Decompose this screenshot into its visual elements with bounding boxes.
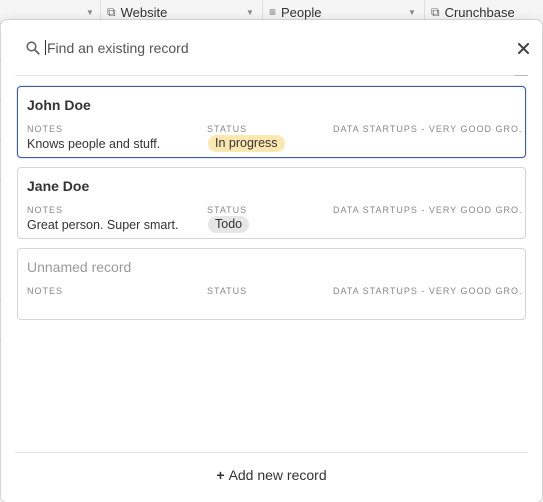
status-label: STATUS <box>207 124 248 134</box>
column-dropdown-icon[interactable]: ▼ <box>408 8 416 17</box>
search-icon <box>26 40 40 55</box>
linked-records-icon: ≡ <box>269 5 277 19</box>
record-card-john-doe[interactable]: John Doe NOTES STATUS DATA STARTUPS - VE… <box>17 86 526 158</box>
record-title: Jane Doe <box>27 178 90 194</box>
add-new-record-label: Add new record <box>228 467 327 483</box>
notes-label: NOTES <box>27 124 64 134</box>
search-bar <box>15 20 529 76</box>
record-list: John Doe NOTES STATUS DATA STARTUPS - VE… <box>17 86 526 329</box>
column-dropdown-icon[interactable]: ▼ <box>246 8 254 17</box>
status-label: STATUS <box>207 286 248 296</box>
record-card-jane-doe[interactable]: Jane Doe NOTES STATUS DATA STARTUPS - VE… <box>17 167 526 239</box>
record-title: Unnamed record <box>27 259 132 275</box>
status-label: STATUS <box>207 205 248 215</box>
search-input[interactable] <box>47 39 528 56</box>
notes-value: Knows people and stuff. <box>27 137 161 151</box>
add-new-record-button[interactable]: + Add new record <box>1 467 542 483</box>
data-startups-label: DATA STARTUPS - VERY GOOD GRO... <box>333 124 523 134</box>
status-badge: Todo <box>208 216 250 233</box>
column-label: Website <box>120 4 168 20</box>
data-startups-label: DATA STARTUPS - VERY GOOD GRO... <box>333 205 523 215</box>
notes-value: Great person. Super smart. <box>27 218 179 232</box>
status-badge: In progress <box>208 135 285 152</box>
column-label: Crunchbase <box>444 4 515 20</box>
footer-divider <box>15 452 528 453</box>
app-window: ▼ ⧉ Website ▼ ≡ People ▼ ⧉ Crunchbase Fi… <box>0 0 543 502</box>
notes-label: NOTES <box>27 286 64 296</box>
record-card-unnamed[interactable]: Unnamed record NOTES STATUS DATA STARTUP… <box>17 248 526 320</box>
column-label: People <box>281 4 322 20</box>
column-dropdown-icon[interactable]: ▼ <box>86 8 94 17</box>
record-title: John Doe <box>27 97 91 113</box>
text-caret <box>45 40 46 55</box>
search-underline <box>514 75 528 76</box>
link-icon: ⧉ <box>107 4 116 19</box>
record-picker-dialog: John Doe NOTES STATUS DATA STARTUPS - VE… <box>1 20 542 502</box>
data-startups-label: DATA STARTUPS - VERY GOOD GRO... <box>333 286 523 296</box>
link-icon: ⧉ <box>431 4 440 19</box>
notes-label: NOTES <box>27 205 64 215</box>
plus-icon: + <box>216 467 225 483</box>
close-icon[interactable] <box>514 39 532 57</box>
